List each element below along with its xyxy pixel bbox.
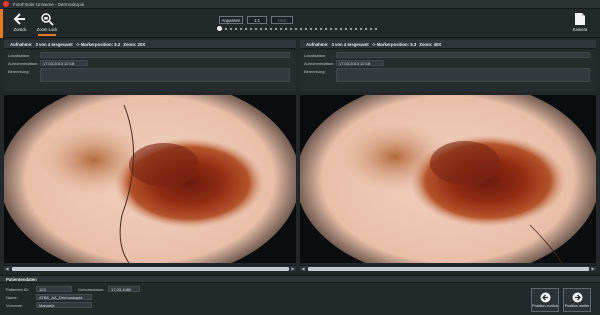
window-title: FotoFinder Universe - Dermoskopie: [13, 1, 85, 7]
right-bemerkung-label: Bemerkung:: [304, 69, 326, 74]
circle-arrow-left-icon: [540, 292, 550, 303]
right-marker: -> Markerposition: 5.3: [371, 41, 417, 47]
left-datum-label: Aufnahmedatum:: [8, 61, 39, 66]
disabled-button[interactable]: Next: [271, 16, 293, 24]
back-label: Zurück: [13, 27, 27, 32]
birthdate-field[interactable]: 17.03.1980: [108, 286, 140, 292]
document-icon: [575, 13, 585, 25]
left-lokalisation-field[interactable]: [40, 52, 290, 58]
right-count: 4 von 4 Insgesamt: [331, 41, 369, 47]
title-bar: FotoFinder Universe - Dermoskopie: [0, 0, 600, 9]
left-zoom: Zoom: 20X: [123, 41, 146, 47]
patient-id-field[interactable]: 123: [36, 286, 72, 292]
anpassen-label: Anpassen: [221, 17, 241, 23]
zoom-slider-track[interactable]: [220, 28, 380, 30]
patient-id-label: Patienten ID:: [6, 287, 30, 292]
name-label: Name:: [6, 295, 18, 300]
app-window: FotoFinder Universe - Dermoskopie Zurück…: [0, 0, 600, 315]
right-datum-field[interactable]: 17.03.2013 12:18: [336, 60, 384, 66]
left-marker: -> Markerposition: 5.2: [75, 41, 121, 47]
anpassen-button[interactable]: Anpassen: [219, 16, 243, 24]
toolbar: [0, 9, 600, 38]
right-aufnahme-label: Aufnahme:: [306, 41, 329, 47]
right-info-panel: Lokalisation: Aufnahmedatum: 17.03.2013 …: [300, 50, 596, 92]
right-scroll-left-icon[interactable]: ◀: [300, 266, 306, 272]
back-button[interactable]: Zurück: [10, 12, 30, 32]
right-scroll-thumb[interactable]: [308, 267, 589, 271]
vorname-field[interactable]: Manuela: [36, 302, 92, 308]
left-info-panel: Lokalisation: Aufnahmedatum: 17.03.2013 …: [4, 50, 296, 92]
active-indicator: [0, 9, 3, 38]
left-lesion-image: [4, 95, 296, 263]
right-bemerkung-field[interactable]: [336, 68, 590, 82]
ratio-label: 1:1: [254, 17, 260, 23]
disabled-label: Next: [277, 17, 287, 23]
left-datum-field[interactable]: 17.03.2013 12:18: [40, 60, 88, 66]
zoom-lock-active-bar: [38, 34, 56, 36]
right-lokalisation-field[interactable]: [336, 52, 590, 58]
name-field[interactable]: ATBK_AA_Dermoskopie: [36, 294, 92, 300]
left-dermoscopy-image[interactable]: [4, 95, 296, 263]
position-forward-button[interactable]: Position weiter: [563, 288, 591, 312]
vorname-label: Vorname:: [6, 303, 24, 308]
left-aufnahme-label: Aufnahme:: [10, 41, 33, 47]
right-scroll-right-icon[interactable]: ▶: [590, 266, 596, 272]
right-pane-header: Aufnahme: 4 von 4 Insgesamt -> Markerpos…: [300, 40, 596, 49]
left-pane-header: Aufnahme: 3 von 4 Insgesamt -> Markerpos…: [4, 40, 296, 49]
right-scrollbar[interactable]: ◀ ▶: [300, 265, 596, 271]
camera-button[interactable]: Kamera: [568, 12, 592, 32]
right-dermoscopy-image[interactable]: [300, 95, 596, 263]
right-lesion-image: [300, 95, 596, 263]
left-bemerkung-label: Bemerkung:: [8, 69, 30, 74]
left-scroll-left-icon[interactable]: ◀: [4, 266, 10, 272]
birthdate-label: Geburtsdatum:: [78, 287, 105, 292]
left-scroll-thumb[interactable]: [12, 267, 289, 271]
left-bemerkung-field[interactable]: [40, 68, 290, 82]
camera-label: Kamera: [572, 27, 588, 32]
right-lokalisation-label: Lokalisation:: [304, 53, 327, 58]
left-scroll-right-icon[interactable]: ▶: [290, 266, 296, 272]
left-lokalisation-label: Lokalisation:: [8, 53, 31, 58]
position-back-label: Position zurück: [532, 304, 558, 308]
patient-header: Patientendaten: [0, 275, 600, 283]
ratio-button[interactable]: 1:1: [247, 16, 267, 24]
left-scrollbar[interactable]: ◀ ▶: [4, 265, 296, 271]
zoom-lock-button[interactable]: Zoom Lock: [37, 12, 57, 32]
circle-arrow-right-icon: [572, 292, 582, 303]
arrow-left-icon: [13, 13, 25, 25]
zoom-lock-icon: [41, 13, 54, 26]
zoom-lock-label: Zoom Lock: [36, 27, 58, 32]
left-count: 3 von 4 Insgesamt: [35, 41, 73, 47]
app-logo-icon: [3, 1, 9, 7]
right-datum-label: Aufnahmedatum:: [304, 61, 335, 66]
position-back-button[interactable]: Position zurück: [531, 288, 559, 312]
position-forward-label: Position weiter: [564, 304, 590, 308]
zoom-slider-knob[interactable]: [217, 26, 222, 31]
right-zoom: Zoom: 40X: [419, 41, 442, 47]
